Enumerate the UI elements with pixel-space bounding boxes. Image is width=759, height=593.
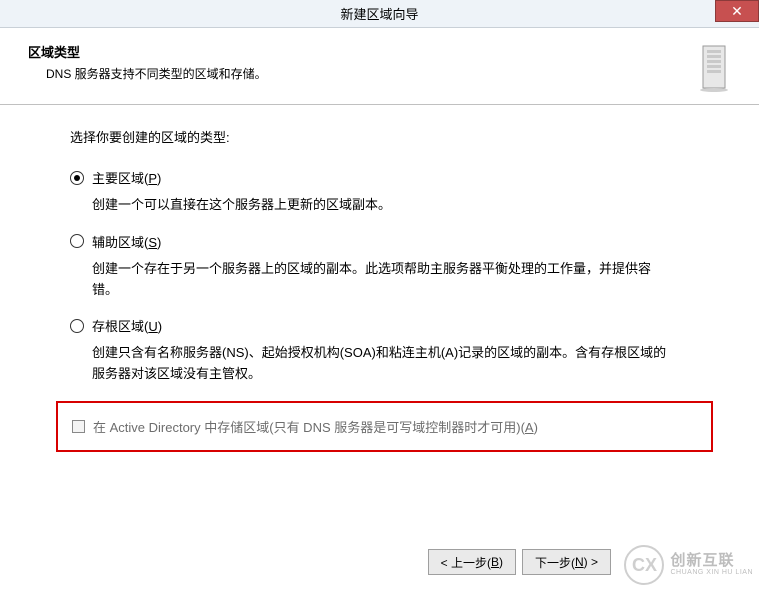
radio-label: 主要区域(P) <box>92 168 161 187</box>
prompt-text: 选择你要创建的区域的类型: <box>70 127 699 146</box>
page-title: 区域类型 <box>28 42 697 61</box>
next-button[interactable]: 下一步(N) > <box>522 549 611 575</box>
radio-option-secondary: 辅助区域(S) 创建一个存在于另一个服务器上的区域的副本。此选项帮助主服务器平衡… <box>70 232 699 301</box>
watermark: CX 创新互联 CHUANG XIN HU LIAN <box>624 545 753 585</box>
radio-option-stub: 存根区域(U) 创建只含有名称服务器(NS)、起始授权机构(SOA)和粘连主机(… <box>70 316 699 385</box>
radio-primary[interactable]: 主要区域(P) <box>70 168 699 187</box>
watermark-cn: 创新互联 <box>670 553 753 570</box>
radio-desc-stub: 创建只含有名称服务器(NS)、起始授权机构(SOA)和粘连主机(A)记录的区域的… <box>92 343 672 385</box>
server-icon <box>697 42 737 92</box>
checkbox-ad-store: 在 Active Directory 中存储区域(只有 DNS 服务器是可写域控… <box>72 417 697 436</box>
back-button[interactable]: < 上一步(B) <box>428 549 516 575</box>
watermark-logo: CX <box>624 545 664 585</box>
radio-icon <box>70 319 84 333</box>
close-button[interactable]: ✕ <box>715 0 759 22</box>
checkbox-label: 在 Active Directory 中存储区域(只有 DNS 服务器是可写域控… <box>93 417 538 436</box>
watermark-en: CHUANG XIN HU LIAN <box>670 569 753 577</box>
radio-desc-primary: 创建一个可以直接在这个服务器上更新的区域副本。 <box>92 195 672 216</box>
radio-label: 辅助区域(S) <box>92 232 161 251</box>
radio-label: 存根区域(U) <box>92 316 162 335</box>
radio-desc-secondary: 创建一个存在于另一个服务器上的区域的副本。此选项帮助主服务器平衡处理的工作量，并… <box>92 259 672 301</box>
wizard-content: 选择你要创建的区域的类型: 主要区域(P) 创建一个可以直接在这个服务器上更新的… <box>0 105 759 452</box>
radio-icon <box>70 171 84 185</box>
radio-secondary[interactable]: 辅助区域(S) <box>70 232 699 251</box>
page-subtitle: DNS 服务器支持不同类型的区域和存储。 <box>46 65 697 82</box>
wizard-button-bar: < 上一步(B) 下一步(N) > <box>428 549 611 575</box>
titlebar: 新建区域向导 ✕ <box>0 0 759 28</box>
close-icon: ✕ <box>731 3 743 20</box>
radio-stub[interactable]: 存根区域(U) <box>70 316 699 335</box>
radio-icon <box>70 234 84 248</box>
checkbox-icon <box>72 420 85 433</box>
highlight-annotation: 在 Active Directory 中存储区域(只有 DNS 服务器是可写域控… <box>56 401 713 452</box>
wizard-header: 区域类型 DNS 服务器支持不同类型的区域和存储。 <box>0 28 759 102</box>
window-title: 新建区域向导 <box>0 4 759 23</box>
radio-option-primary: 主要区域(P) 创建一个可以直接在这个服务器上更新的区域副本。 <box>70 168 699 216</box>
